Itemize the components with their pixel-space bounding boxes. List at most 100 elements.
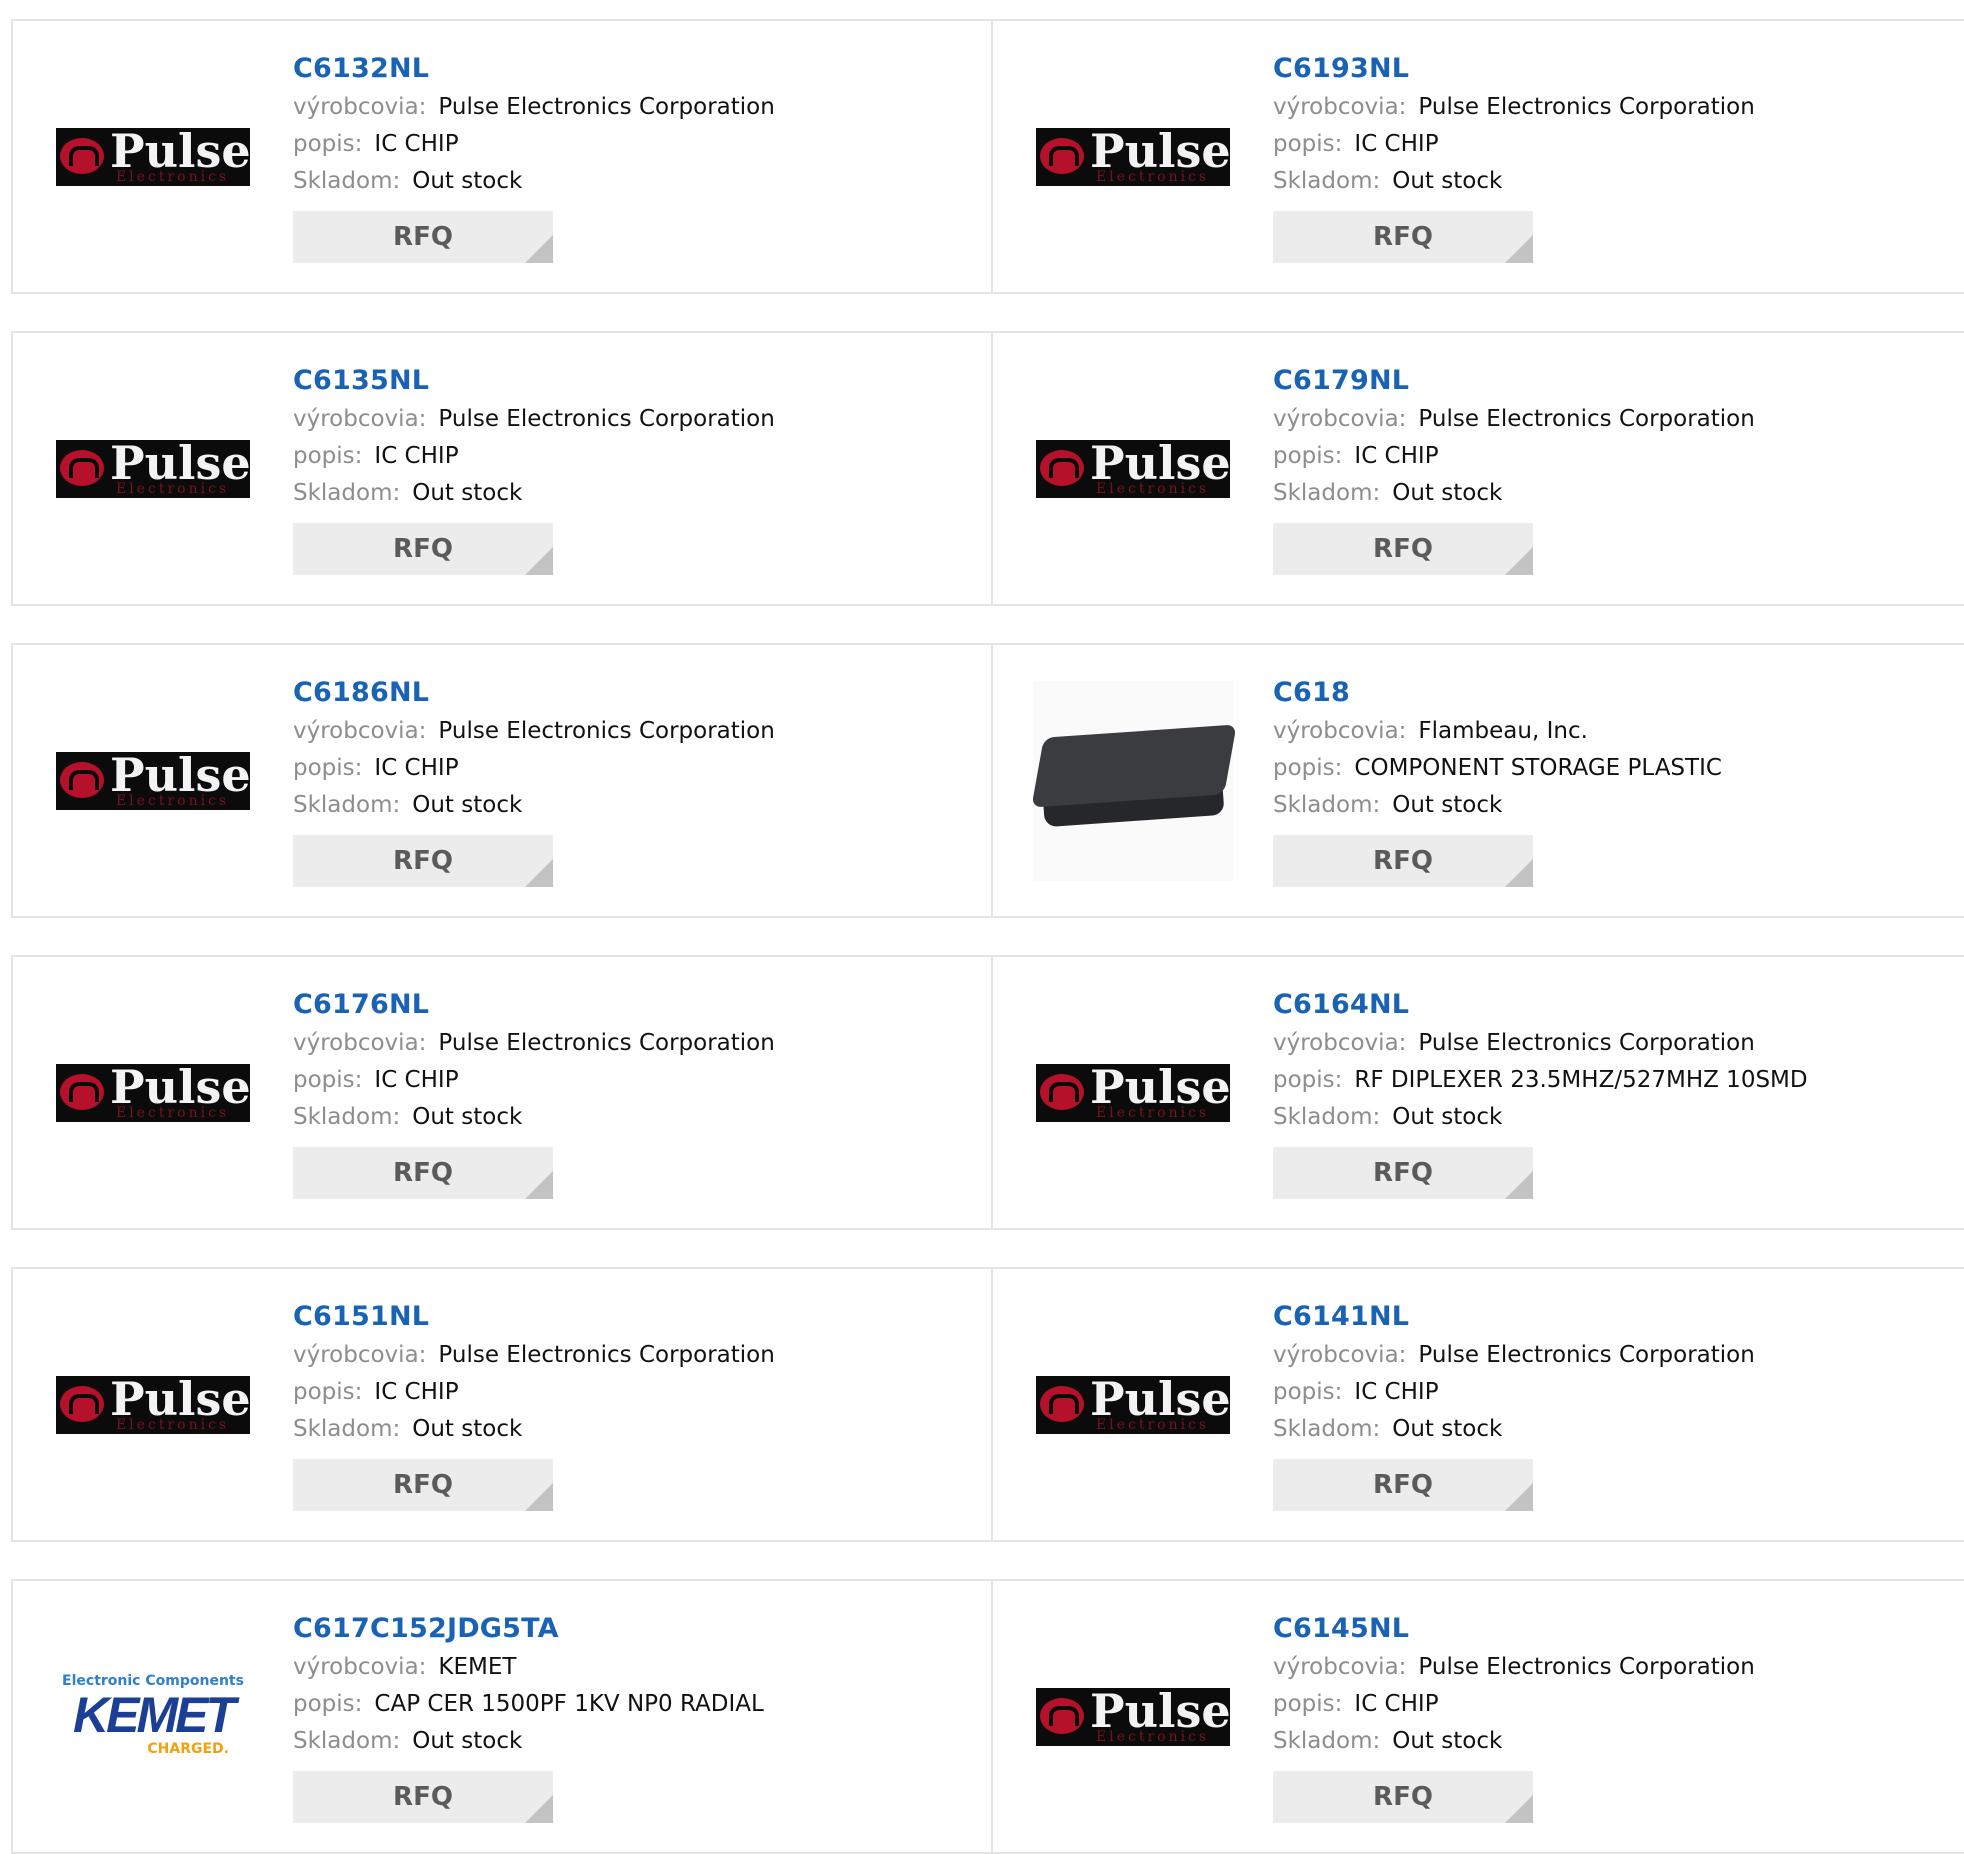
rfq-button-label: RFQ bbox=[1373, 1782, 1433, 1812]
stock-value: Out stock bbox=[412, 480, 523, 506]
part-number-link[interactable]: C6164NL bbox=[1273, 985, 1808, 1025]
manufacturer-value: Pulse Electronics Corporation bbox=[438, 718, 775, 744]
corner-fold-icon bbox=[525, 1483, 553, 1511]
pulse-electronics-logo[interactable]: Pulse Electronics bbox=[1033, 1617, 1233, 1817]
description-label: popis: bbox=[1273, 131, 1343, 157]
corner-fold-icon bbox=[1505, 859, 1533, 887]
product-card: Pulse Electronics C6186NL výrobcovia: Pulse … bbox=[13, 645, 993, 916]
stock-label: Skladom: bbox=[293, 1728, 401, 1754]
part-number-link[interactable]: C6176NL bbox=[293, 985, 775, 1025]
rfq-button[interactable]: RFQ bbox=[1273, 211, 1533, 263]
part-number-link[interactable]: C6193NL bbox=[1273, 49, 1755, 89]
part-number-link[interactable]: C6179NL bbox=[1273, 361, 1755, 401]
rfq-button[interactable]: RFQ bbox=[293, 1147, 553, 1199]
description-line: popis: IC CHIP bbox=[293, 438, 775, 475]
product-info: C6164NL výrobcovia: Pulse Electronics Corp… bbox=[1273, 985, 1808, 1199]
description-line: popis: CAP CER 1500PF 1KV NP0 RADIAL bbox=[293, 1686, 764, 1723]
manufacturer-label: výrobcovia: bbox=[1273, 718, 1407, 744]
description-value: IC CHIP bbox=[1354, 1379, 1439, 1405]
corner-fold-icon bbox=[525, 235, 553, 263]
manufacturer-value: Pulse Electronics Corporation bbox=[1418, 406, 1755, 432]
pulse-logo-image: Pulse Electronics bbox=[1036, 1687, 1230, 1746]
pulse-electronics-logo[interactable]: Pulse Electronics bbox=[53, 993, 253, 1193]
pulse-logo-image: Pulse Electronics bbox=[1036, 439, 1230, 498]
rfq-button[interactable]: RFQ bbox=[1273, 1147, 1533, 1199]
pulse-logo-image: Pulse Electronics bbox=[56, 751, 250, 810]
manufacturer-value: Pulse Electronics Corporation bbox=[1418, 94, 1755, 120]
stock-line: Skladom: Out stock bbox=[1273, 787, 1722, 824]
pulse-electronics-logo[interactable]: Pulse Electronics bbox=[1033, 993, 1233, 1193]
description-line: popis: COMPONENT STORAGE PLASTIC bbox=[1273, 750, 1722, 787]
pulse-logo-subtext: Electronics bbox=[1096, 168, 1210, 185]
manufacturer-label: výrobcovia: bbox=[293, 1030, 427, 1056]
stock-label: Skladom: bbox=[1273, 1416, 1381, 1442]
stock-label: Skladom: bbox=[1273, 792, 1381, 818]
product-info: C618 výrobcovia: Flambeau, Inc. popis: COMPO… bbox=[1273, 673, 1722, 887]
manufacturer-line: výrobcovia: Pulse Electronics Corporation bbox=[293, 713, 775, 750]
rfq-button[interactable]: RFQ bbox=[1273, 523, 1533, 575]
product-row: Pulse Electronics C6186NL výrobcovia: Pulse … bbox=[11, 643, 1964, 918]
pulse-mark-icon bbox=[60, 1385, 104, 1422]
pulse-logo-subtext: Electronics bbox=[1096, 1104, 1210, 1121]
description-value: IC CHIP bbox=[374, 755, 459, 781]
description-value: IC CHIP bbox=[374, 131, 459, 157]
rfq-button[interactable]: RFQ bbox=[1273, 1771, 1533, 1823]
product-card: Pulse Electronics C6145NL výrobcovia: Pulse … bbox=[993, 1581, 1964, 1852]
stock-label: Skladom: bbox=[293, 1104, 401, 1130]
part-number-link[interactable]: C6145NL bbox=[1273, 1609, 1755, 1649]
manufacturer-value: Pulse Electronics Corporation bbox=[1418, 1654, 1755, 1680]
description-value: IC CHIP bbox=[1354, 131, 1439, 157]
part-number-link[interactable]: C617C152JDG5TA bbox=[293, 1609, 764, 1649]
description-line: popis: IC CHIP bbox=[293, 750, 775, 787]
part-number-link[interactable]: C6132NL bbox=[293, 49, 775, 89]
rfq-button[interactable]: RFQ bbox=[293, 211, 553, 263]
product-image[interactable] bbox=[1031, 680, 1237, 881]
pulse-logo-subtext: Electronics bbox=[1096, 480, 1210, 497]
stock-label: Skladom: bbox=[293, 1416, 401, 1442]
stock-value: Out stock bbox=[1392, 1416, 1503, 1442]
rfq-button-label: RFQ bbox=[1373, 1158, 1433, 1188]
manufacturer-line: výrobcovia: Flambeau, Inc. bbox=[1273, 713, 1722, 750]
rfq-button[interactable]: RFQ bbox=[293, 1771, 553, 1823]
description-label: popis: bbox=[293, 1067, 363, 1093]
part-number-link[interactable]: C6135NL bbox=[293, 361, 775, 401]
pulse-electronics-logo[interactable]: Pulse Electronics bbox=[53, 57, 253, 257]
stock-value: Out stock bbox=[1392, 1728, 1503, 1754]
pulse-electronics-logo[interactable]: Pulse Electronics bbox=[1033, 369, 1233, 569]
pulse-mark-icon bbox=[60, 761, 104, 798]
part-number-link[interactable]: C6186NL bbox=[293, 673, 775, 713]
pulse-logo-image: Pulse Electronics bbox=[56, 1063, 250, 1122]
product-card: C618 výrobcovia: Flambeau, Inc. popis: COMPO… bbox=[993, 645, 1964, 916]
rfq-button[interactable]: RFQ bbox=[293, 523, 553, 575]
stock-label: Skladom: bbox=[1273, 1728, 1381, 1754]
pulse-electronics-logo[interactable]: Pulse Electronics bbox=[53, 369, 253, 569]
part-number-link[interactable]: C6141NL bbox=[1273, 1297, 1755, 1337]
rfq-button-label: RFQ bbox=[393, 846, 453, 876]
part-number-link[interactable]: C6151NL bbox=[293, 1297, 775, 1337]
pulse-logo-subtext: Electronics bbox=[1096, 1728, 1210, 1745]
stock-label: Skladom: bbox=[293, 480, 401, 506]
rfq-button[interactable]: RFQ bbox=[1273, 835, 1533, 887]
stock-line: Skladom: Out stock bbox=[293, 1723, 764, 1760]
pulse-logo-image: Pulse Electronics bbox=[1036, 1375, 1230, 1434]
corner-fold-icon bbox=[525, 1171, 553, 1199]
pulse-electronics-logo[interactable]: Pulse Electronics bbox=[53, 1305, 253, 1505]
pulse-logo-subtext: Electronics bbox=[116, 1104, 230, 1121]
description-label: popis: bbox=[293, 1691, 363, 1717]
storage-box-lid bbox=[1031, 723, 1237, 808]
rfq-button[interactable]: RFQ bbox=[1273, 1459, 1533, 1511]
manufacturer-line: výrobcovia: Pulse Electronics Corporation bbox=[293, 89, 775, 126]
product-grid: Pulse Electronics C6132NL výrobcovia: Pulse … bbox=[0, 0, 1964, 1854]
stock-value: Out stock bbox=[1392, 480, 1503, 506]
pulse-electronics-logo[interactable]: Pulse Electronics bbox=[1033, 57, 1233, 257]
manufacturer-value: Flambeau, Inc. bbox=[1418, 718, 1588, 744]
rfq-button[interactable]: RFQ bbox=[293, 1459, 553, 1511]
rfq-button[interactable]: RFQ bbox=[293, 835, 553, 887]
pulse-electronics-logo[interactable]: Pulse Electronics bbox=[1033, 1305, 1233, 1505]
part-number-link[interactable]: C618 bbox=[1273, 673, 1722, 713]
manufacturer-label: výrobcovia: bbox=[1273, 1342, 1407, 1368]
manufacturer-line: výrobcovia: Pulse Electronics Corporation bbox=[1273, 401, 1755, 438]
stock-line: Skladom: Out stock bbox=[1273, 1099, 1808, 1136]
pulse-electronics-logo[interactable]: Pulse Electronics bbox=[53, 681, 253, 881]
kemet-logo[interactable]: Electronic Components KEMET CHARGED. bbox=[53, 1617, 253, 1817]
